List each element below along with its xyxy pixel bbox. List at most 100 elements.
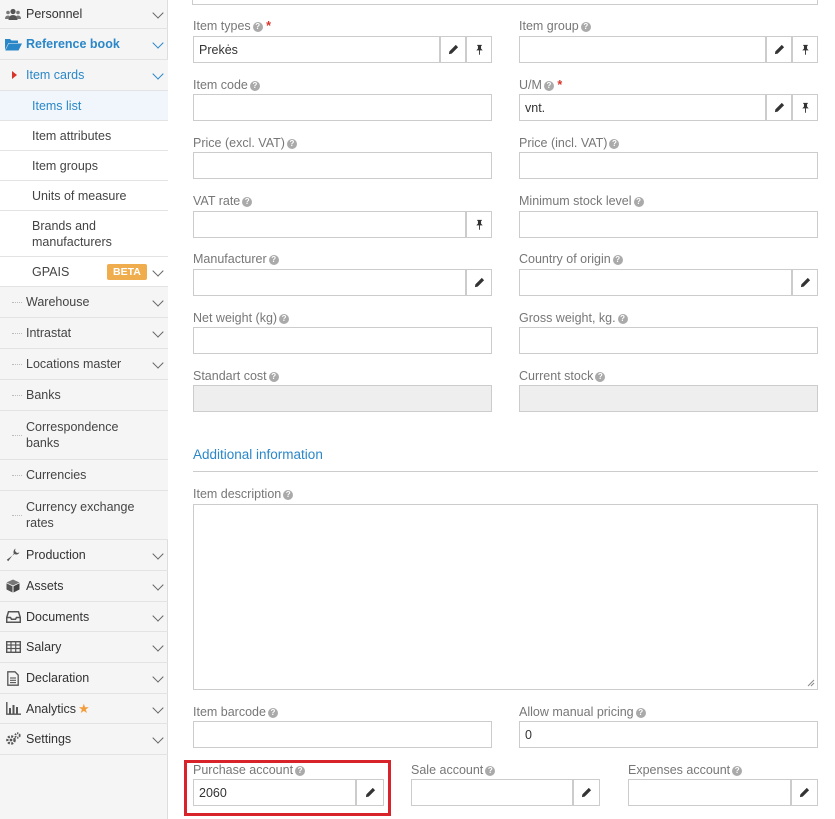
inbox-icon [4, 609, 22, 625]
tree-branch [12, 395, 22, 396]
pencil-icon [474, 277, 484, 288]
pencil-icon [800, 277, 810, 288]
help-icon[interactable]: ? [617, 314, 628, 324]
sidebar-item-intrastat[interactable]: Intrastat [0, 318, 168, 349]
standart-cost-label: Standart cost? [193, 369, 279, 383]
required-icon: * [557, 78, 563, 92]
resize-grip-icon[interactable] [807, 679, 815, 687]
label-text: Analytics [26, 701, 77, 716]
sidebar-item-personnel[interactable]: Personnel [0, 0, 168, 29]
pin-button[interactable] [466, 211, 492, 238]
pin-button[interactable] [466, 36, 492, 63]
wrench-icon [4, 547, 22, 563]
help-icon[interactable]: ? [609, 139, 620, 149]
sidebar-item-gpais[interactable]: GPAIS BETA [0, 257, 168, 287]
sidebar-item-salary[interactable]: Salary [0, 632, 168, 663]
help-icon[interactable]: ? [279, 314, 290, 324]
sidebar-item-brands-manufacturers[interactable]: Brands and manufacturers [0, 211, 168, 257]
sidebar-item-item-attributes[interactable]: Item attributes [0, 121, 168, 151]
sidebar-label: Item attributes [32, 128, 112, 143]
country-input[interactable] [519, 269, 792, 296]
label-text: Country of origin [519, 252, 611, 266]
sidebar-item-items-list[interactable]: Items list [0, 91, 168, 121]
help-icon[interactable]: ? [268, 255, 279, 265]
sidebar-item-locations-master[interactable]: Locations master [0, 349, 168, 380]
edit-button[interactable] [791, 779, 818, 806]
star-icon: ★ [78, 700, 90, 716]
sidebar-item-banks[interactable]: Banks [0, 380, 168, 411]
edit-button[interactable] [440, 36, 466, 63]
expenses-account-input[interactable] [628, 779, 791, 806]
edit-button[interactable] [466, 269, 492, 296]
label-text: Price (incl. VAT) [519, 136, 608, 150]
item-barcode-input[interactable] [193, 721, 492, 748]
pencil-icon [774, 44, 784, 55]
sidebar-item-assets[interactable]: Assets [0, 571, 168, 602]
sidebar-item-analytics[interactable]: Analytics ★ [0, 694, 168, 724]
pin-icon [475, 44, 483, 55]
chevron-down-icon [152, 295, 164, 307]
sidebar-item-warehouse[interactable]: Warehouse [0, 287, 168, 318]
sidebar-label: Currency exchange rates [26, 499, 134, 531]
price-excl-label: Price (excl. VAT)? [193, 136, 297, 150]
help-icon[interactable]: ? [612, 255, 623, 265]
help-icon[interactable]: ? [633, 197, 644, 207]
help-icon[interactable]: ? [242, 197, 253, 207]
sidebar-item-item-cards[interactable]: Item cards [0, 60, 168, 91]
help-icon[interactable]: ? [595, 372, 606, 382]
edit-button[interactable] [766, 94, 792, 121]
help-icon[interactable]: ? [268, 372, 279, 382]
gross-weight-input[interactable] [519, 327, 818, 354]
manufacturer-input[interactable] [193, 269, 466, 296]
sidebar-item-currencies[interactable]: Currencies [0, 460, 168, 491]
sidebar-item-documents[interactable]: Documents [0, 602, 168, 632]
edit-button[interactable] [766, 36, 792, 63]
sidebar-item-units-of-measure[interactable]: Units of measure [0, 181, 168, 211]
label-text: Sale account [411, 763, 484, 777]
label-line: Brands and [32, 218, 96, 233]
help-icon[interactable]: ? [543, 81, 554, 91]
help-icon[interactable]: ? [249, 81, 260, 91]
sidebar-item-settings[interactable]: Settings [0, 724, 168, 755]
sidebar-item-item-groups[interactable]: Item groups [0, 151, 168, 181]
label-line: rates [26, 516, 54, 530]
tree-branch [12, 302, 22, 303]
edit-button[interactable] [573, 779, 600, 806]
help-icon[interactable]: ? [267, 708, 278, 718]
item-types-input[interactable]: Prekės [193, 36, 440, 63]
gross-weight-label: Gross weight, kg.? [519, 311, 628, 325]
min-stock-input[interactable] [519, 211, 818, 238]
help-icon[interactable]: ? [286, 139, 297, 149]
sidebar-item-correspondence-banks[interactable]: Correspondence banks [0, 411, 168, 460]
label-text: Price (excl. VAT) [193, 136, 285, 150]
price-incl-input[interactable] [519, 152, 818, 179]
price-excl-input[interactable] [193, 152, 492, 179]
sale-account-input[interactable] [411, 779, 573, 806]
help-icon[interactable]: ? [732, 766, 743, 776]
item-group-input[interactable] [519, 36, 766, 63]
manufacturer-label: Manufacturer? [193, 252, 279, 266]
sidebar-item-currency-exchange-rates[interactable]: Currency exchange rates [0, 491, 168, 540]
standart-cost-input [193, 385, 492, 412]
section-divider [193, 471, 818, 472]
help-icon[interactable]: ? [485, 766, 496, 776]
additional-info-title[interactable]: Additional information [193, 447, 323, 462]
sidebar-item-reference-book[interactable]: Reference book [0, 29, 168, 60]
pin-button[interactable] [792, 94, 818, 121]
help-icon[interactable]: ? [252, 22, 263, 32]
help-icon[interactable]: ? [283, 490, 294, 500]
help-icon[interactable]: ? [580, 22, 591, 32]
sidebar-item-production[interactable]: Production [0, 540, 168, 571]
sidebar-item-declaration[interactable]: Declaration [0, 663, 168, 694]
pin-button[interactable] [792, 36, 818, 63]
manual-pricing-input[interactable]: 0 [519, 721, 818, 748]
net-weight-label: Net weight (kg)? [193, 311, 290, 325]
help-icon[interactable]: ? [635, 708, 646, 718]
vat-rate-input[interactable] [193, 211, 466, 238]
folder-open-icon [4, 36, 22, 52]
edit-button[interactable] [792, 269, 818, 296]
item-description-textarea[interactable] [193, 504, 818, 690]
net-weight-input[interactable] [193, 327, 492, 354]
um-input[interactable]: vnt. [519, 94, 766, 121]
item-code-input[interactable] [193, 94, 492, 121]
